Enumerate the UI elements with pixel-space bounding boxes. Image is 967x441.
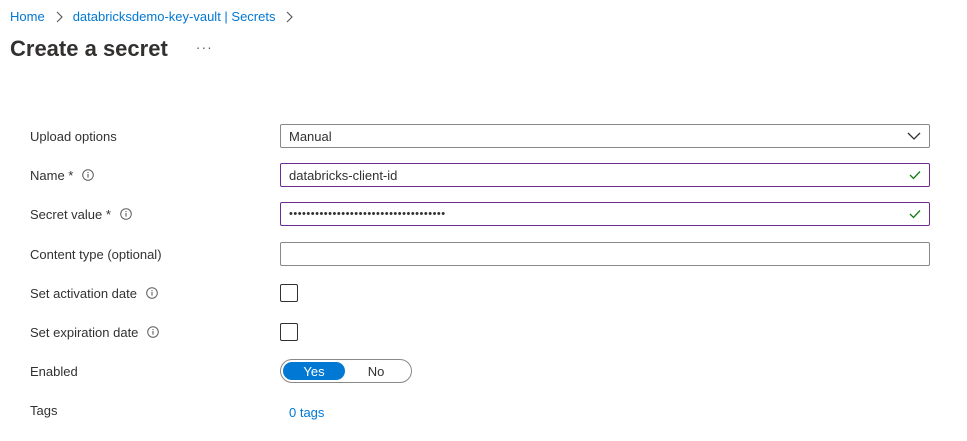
tags-label: Tags (30, 402, 58, 418)
expiration-date-row: Set expiration date (30, 320, 930, 344)
enabled-yes-option[interactable]: Yes (283, 362, 345, 380)
name-label: Name * (30, 167, 74, 183)
enabled-row: Enabled Yes No (30, 359, 930, 383)
activation-date-row: Set activation date (30, 281, 930, 305)
chevron-right-icon (56, 11, 63, 22)
activation-date-label: Set activation date (30, 285, 137, 301)
tags-link[interactable]: 0 tags (289, 405, 324, 420)
info-icon[interactable] (146, 287, 158, 299)
page-header: Create a secret ··· (10, 36, 217, 62)
secret-value-row: Secret value * •••••••••••••••••••••••••… (30, 202, 930, 226)
chevron-right-icon (287, 11, 294, 22)
enabled-toggle: Yes No (280, 359, 412, 383)
enabled-label: Enabled (30, 363, 78, 379)
more-options-button[interactable]: ··· (192, 38, 217, 56)
secret-value-input[interactable]: •••••••••••••••••••••••••••••••••••• (280, 202, 930, 226)
upload-options-label: Upload options (30, 128, 117, 144)
name-input[interactable]: databricks-client-id (280, 163, 930, 187)
content-type-input[interactable] (280, 242, 930, 266)
breadcrumb-home-link[interactable]: Home (10, 9, 45, 24)
activation-date-checkbox[interactable] (280, 284, 298, 302)
page-title: Create a secret (10, 36, 168, 61)
expiration-date-checkbox[interactable] (280, 323, 298, 341)
checkmark-icon (909, 171, 921, 180)
enabled-no-option[interactable]: No (345, 362, 407, 380)
tags-row: Tags 0 tags (30, 398, 930, 422)
info-icon[interactable] (147, 326, 160, 338)
info-icon[interactable] (120, 208, 132, 220)
content-type-row: Content type (optional) (30, 242, 930, 266)
info-icon[interactable] (82, 169, 95, 181)
breadcrumb: Home databricksdemo-key-vault | Secrets (10, 9, 303, 24)
breadcrumb-key-vault-link[interactable]: databricksdemo-key-vault | Secrets (73, 9, 276, 24)
secret-value-masked: •••••••••••••••••••••••••••••••••••• (289, 208, 446, 220)
content-type-label: Content type (optional) (30, 246, 162, 262)
secret-value-label: Secret value * (30, 206, 111, 222)
chevron-down-icon (907, 132, 921, 140)
name-value: databricks-client-id (289, 167, 398, 183)
expiration-date-label: Set expiration date (30, 324, 139, 340)
upload-options-value: Manual (289, 128, 332, 144)
upload-options-dropdown[interactable]: Manual (280, 124, 930, 148)
name-row: Name * databricks-client-id (30, 163, 930, 187)
checkmark-icon (909, 210, 921, 219)
upload-options-row: Upload options Manual (30, 124, 930, 148)
